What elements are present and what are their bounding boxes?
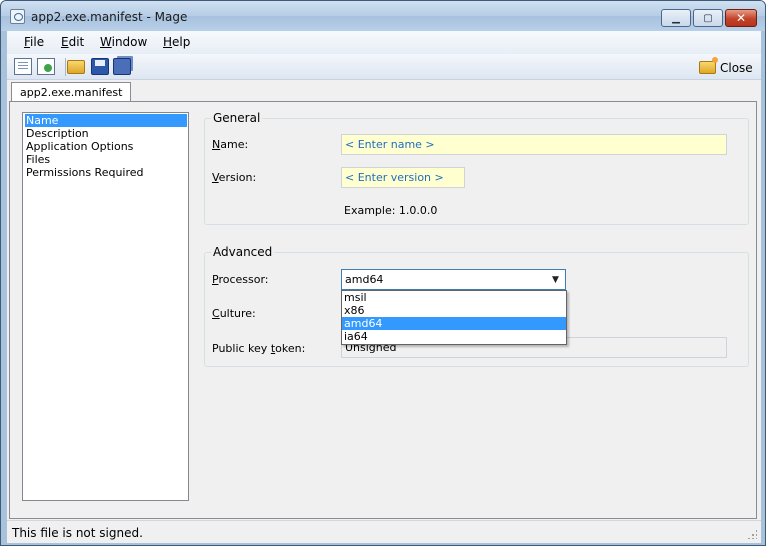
document-panel: Name Description Application Options Fil… [9, 101, 757, 519]
public-key-label-suffix: oken: [275, 342, 306, 355]
dropdown-arrow-icon[interactable]: ▼ [548, 272, 563, 287]
close-document-label: Close [720, 60, 753, 75]
menu-edit[interactable]: Edit [61, 35, 84, 49]
toolbar: Close [7, 54, 761, 80]
processor-option-ia64[interactable]: ia64 [342, 330, 566, 343]
minimize-button[interactable]: ▁ [661, 9, 691, 27]
culture-label-text: ulture: [219, 307, 256, 320]
section-item-permissions-required[interactable]: Permissions Required [25, 166, 187, 179]
menu-window[interactable]: Window [100, 35, 147, 49]
processor-option-x86[interactable]: x86 [342, 304, 566, 317]
version-label: Version: [212, 171, 256, 184]
save-all-icon[interactable] [113, 58, 131, 75]
processor-label: Processor: [212, 273, 269, 286]
client-area: File Edit Window Help Close app2.exe.man… [7, 31, 761, 543]
menu-window-label: indow [111, 35, 148, 49]
version-label-accel: V [212, 171, 219, 184]
resize-grip-icon[interactable] [747, 529, 757, 539]
app-icon [10, 9, 25, 24]
menu-window-accel: W [100, 35, 112, 49]
close-document-button[interactable]: Close [699, 57, 753, 76]
title-bar[interactable]: app2.exe.manifest - Mage ▁ ▢ ✕ [1, 1, 765, 31]
save-icon[interactable] [91, 58, 109, 75]
tab-app2-manifest[interactable]: app2.exe.manifest [11, 82, 132, 102]
folder-close-icon [699, 57, 718, 74]
menu-file[interactable]: File [24, 35, 44, 49]
section-item-description[interactable]: Description [25, 127, 187, 140]
status-bar: This file is not signed. [7, 520, 761, 543]
section-item-files[interactable]: Files [25, 153, 187, 166]
menu-help[interactable]: Help [163, 35, 190, 49]
name-label: Name: [212, 138, 248, 151]
main-window: app2.exe.manifest - Mage ▁ ▢ ✕ File Edit… [0, 0, 766, 546]
window-title: app2.exe.manifest - Mage [31, 10, 188, 24]
general-group: General Name: < Enter name > Version: < … [204, 111, 749, 225]
new-document-icon[interactable] [14, 58, 32, 75]
section-item-application-options[interactable]: Application Options [25, 140, 187, 153]
menu-edit-accel: E [61, 35, 69, 49]
name-label-accel: N [212, 138, 221, 151]
status-text: This file is not signed. [12, 526, 143, 540]
section-item-name[interactable]: Name [25, 114, 187, 127]
section-list[interactable]: Name Description Application Options Fil… [22, 112, 189, 501]
version-label-text: ersion: [218, 171, 257, 184]
open-folder-icon[interactable] [67, 60, 85, 74]
maximize-button[interactable]: ▢ [693, 9, 723, 27]
toolbar-separator [65, 58, 66, 76]
menu-bar: File Edit Window Help [7, 31, 761, 54]
processor-option-amd64[interactable]: amd64 [342, 317, 566, 330]
menu-file-label: ile [30, 35, 45, 49]
processor-label-text: rocessor: [218, 273, 269, 286]
processor-dropdown-list[interactable]: msil x86 amd64 ia64 [341, 290, 567, 345]
menu-edit-label: dit [68, 35, 85, 49]
culture-label: Culture: [212, 307, 256, 320]
menu-help-label: elp [172, 35, 191, 49]
menu-help-accel: H [163, 35, 173, 49]
general-group-label: General [211, 111, 263, 125]
processor-selected-value: amd64 [345, 273, 384, 286]
public-key-label-prefix: Public key [212, 342, 271, 355]
name-label-text: ame: [220, 138, 249, 151]
public-key-token-label: Public key token: [212, 342, 305, 355]
new-from-icon[interactable] [37, 58, 55, 75]
version-input[interactable]: < Enter version > [341, 167, 465, 188]
version-example: Example: 1.0.0.0 [344, 204, 438, 217]
name-input[interactable]: < Enter name > [341, 134, 727, 155]
processor-combobox[interactable]: amd64 ▼ [341, 269, 566, 290]
advanced-group-label: Advanced [211, 245, 275, 259]
processor-option-msil[interactable]: msil [342, 291, 566, 304]
advanced-group: Advanced Processor: amd64 ▼ msil x86 amd… [204, 245, 749, 367]
culture-label-accel: C [212, 307, 220, 320]
close-window-button[interactable]: ✕ [725, 9, 757, 27]
document-tabs: app2.exe.manifest [7, 80, 761, 102]
